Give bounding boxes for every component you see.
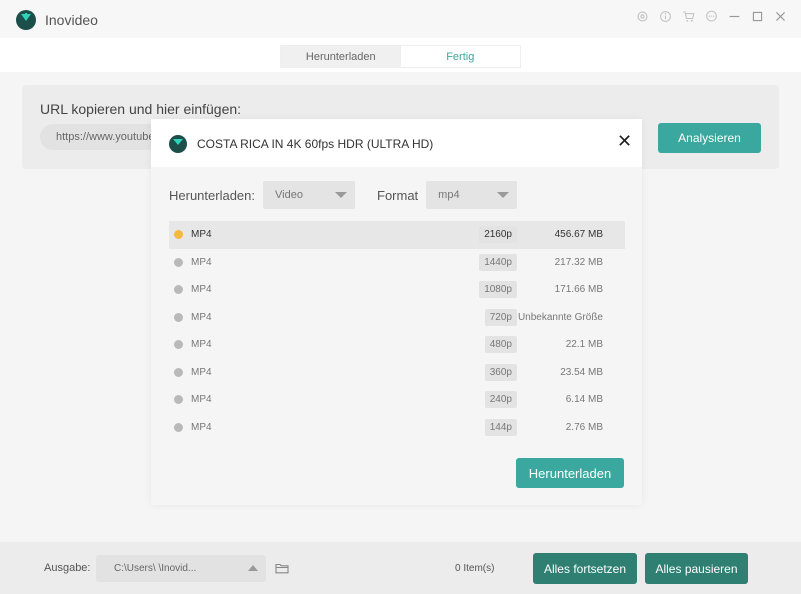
footer-bar: Ausgabe: C:\Users\ \Inovid... 0 Item(s) …: [0, 542, 801, 594]
info-icon[interactable]: [657, 8, 674, 25]
output-path-select[interactable]: C:\Users\ \Inovid...: [96, 555, 266, 582]
close-icon[interactable]: [772, 8, 789, 25]
row-resolution: 2160p: [479, 226, 517, 244]
row-size: 456.67 MB: [554, 229, 603, 241]
url-panel-title: URL kopieren und hier einfügen:: [40, 101, 242, 117]
row-size: Unbekannte Größe: [517, 311, 603, 323]
quality-row[interactable]: MP4 1080p 171.66 MB: [169, 276, 625, 304]
output-label: Ausgabe:: [44, 562, 91, 574]
chevron-down-icon: [497, 192, 510, 198]
chevron-down-icon: [335, 192, 347, 198]
radio-dot-icon: [174, 312, 183, 322]
format-value: mp4: [438, 189, 460, 201]
row-resolution: 720p: [484, 308, 517, 326]
app-logo-icon: [16, 10, 36, 30]
quality-row[interactable]: MP4 144p 2.76 MB: [169, 414, 625, 442]
video-title: COSTA RICA IN 4K 60fps HDR (ULTRA HD): [197, 137, 434, 151]
row-resolution: 144p: [484, 418, 517, 436]
maximize-icon[interactable]: [749, 8, 766, 25]
quality-row[interactable]: MP4 1440p 217.32 MB: [169, 249, 625, 277]
format-select[interactable]: mp4: [426, 181, 518, 209]
row-resolution: 480p: [484, 336, 517, 354]
row-format: MP4: [191, 366, 212, 378]
folder-icon[interactable]: [275, 561, 289, 574]
quality-list: MP4 2160p 456.67 MB MP4 1440p 217.32 MB …: [169, 221, 625, 441]
download-options-row: Herunterladen: Video Format mp4: [169, 181, 518, 209]
app-logo-icon: [169, 135, 187, 153]
row-format: MP4: [191, 229, 212, 241]
row-format: MP4: [191, 311, 212, 323]
radio-dot-icon: [174, 395, 183, 405]
quality-row[interactable]: MP4 480p 22.1 MB: [169, 331, 625, 359]
radio-dot-icon: [174, 340, 183, 350]
download-type-label: Herunterladen:: [169, 187, 255, 203]
row-format: MP4: [191, 339, 212, 351]
row-size: 23.54 MB: [560, 366, 603, 378]
row-size: 217.32 MB: [554, 256, 603, 268]
tab-fertig[interactable]: Fertig: [400, 46, 520, 67]
quality-row[interactable]: MP4 720p Unbekannte Größe: [169, 304, 625, 332]
window-controls: [634, 8, 789, 24]
quality-row[interactable]: MP4 240p 6.14 MB: [169, 386, 625, 414]
app-title: Inovideo: [45, 12, 98, 28]
chevron-up-icon: [248, 565, 258, 571]
analyze-button[interactable]: Analysieren: [658, 123, 761, 153]
pause-all-button[interactable]: Alles pausieren: [645, 553, 748, 584]
radio-dot-icon: [174, 422, 183, 432]
row-format: MP4: [191, 421, 212, 433]
radio-dot-icon: [174, 367, 183, 377]
download-options-dialog: COSTA RICA IN 4K 60fps HDR (ULTRA HD) ✕ …: [151, 119, 642, 505]
dialog-header: COSTA RICA IN 4K 60fps HDR (ULTRA HD) ✕: [151, 119, 642, 167]
gear-icon[interactable]: [634, 8, 651, 25]
download-button[interactable]: Herunterladen: [516, 458, 624, 488]
row-format: MP4: [191, 284, 212, 296]
radio-dot-icon: [174, 257, 183, 267]
output-path-value: C:\Users\ \Inovid...: [114, 563, 197, 574]
radio-dot-icon: [174, 230, 183, 240]
row-format: MP4: [191, 394, 212, 406]
row-resolution: 240p: [484, 391, 517, 409]
resume-all-button[interactable]: Alles fortsetzen: [533, 553, 637, 584]
row-resolution: 360p: [484, 363, 517, 381]
minimize-icon[interactable]: [726, 8, 743, 25]
quality-row[interactable]: MP4 360p 23.54 MB: [169, 359, 625, 387]
title-bar: Inovideo: [0, 0, 801, 38]
row-resolution: 1080p: [479, 281, 517, 299]
row-size: 171.66 MB: [554, 284, 603, 296]
format-label: Format: [377, 187, 419, 203]
row-resolution: 1440p: [479, 253, 517, 271]
radio-dot-icon: [174, 285, 183, 295]
row-size: 6.14 MB: [565, 394, 603, 406]
row-size: 2.76 MB: [565, 421, 603, 433]
download-type-value: Video: [275, 189, 303, 201]
quality-row[interactable]: MP4 2160p 456.67 MB: [169, 221, 625, 249]
download-type-select[interactable]: Video: [263, 181, 355, 209]
main-tabs: Herunterladen Fertig: [280, 45, 521, 68]
close-dialog-icon[interactable]: ✕: [617, 132, 632, 150]
row-size: 22.1 MB: [565, 339, 603, 351]
row-format: MP4: [191, 256, 212, 268]
items-count: 0 Item(s): [455, 563, 495, 574]
cart-icon[interactable]: [680, 8, 697, 25]
chat-icon[interactable]: [703, 8, 720, 25]
tab-herunterladen[interactable]: Herunterladen: [281, 46, 401, 67]
